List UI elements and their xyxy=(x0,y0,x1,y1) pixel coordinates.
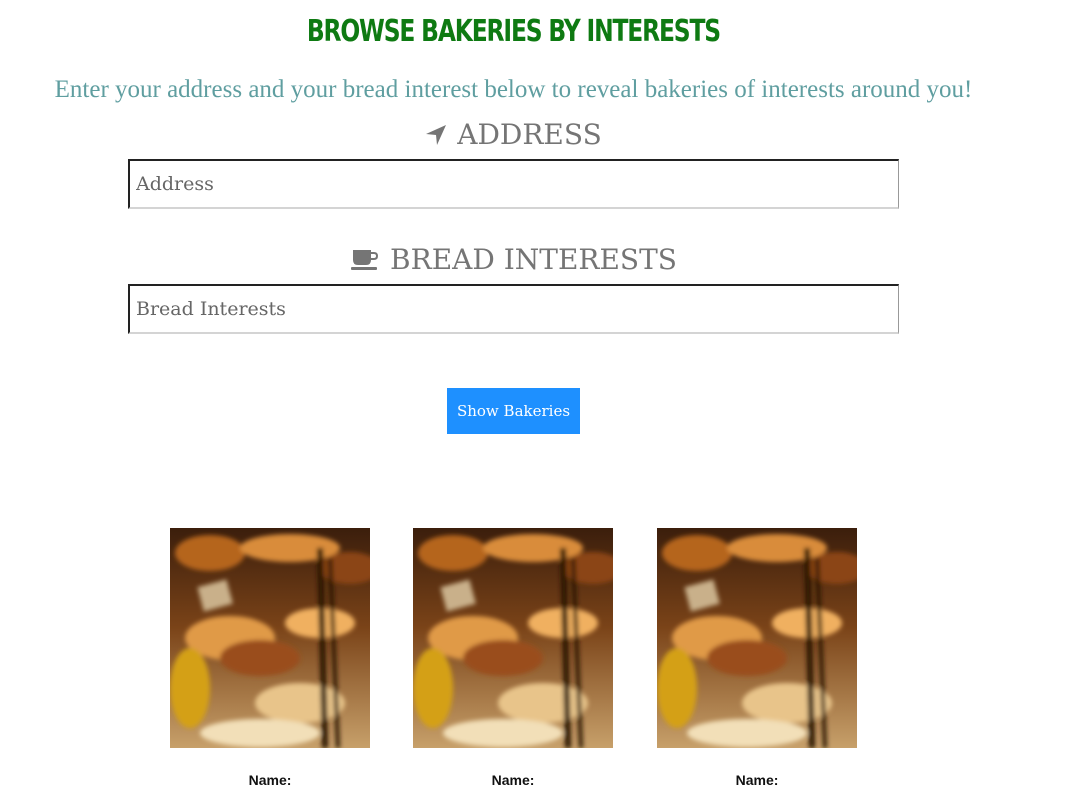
location-arrow-icon xyxy=(425,124,447,146)
bakery-card: Name: xyxy=(413,528,613,786)
bread-interests-label-text: BREAD INTERESTS xyxy=(390,243,677,276)
bakery-name-label: Name: xyxy=(248,772,292,786)
page-title: BROWSE BAKERIES BY INTERESTS xyxy=(306,14,721,49)
bakery-card: Name: xyxy=(657,528,857,786)
address-label-text: ADDRESS xyxy=(457,118,602,151)
address-section-label: ADDRESS xyxy=(0,118,1027,151)
bakery-card: Name: xyxy=(170,528,370,786)
coffee-cup-icon xyxy=(350,248,380,272)
show-bakeries-button[interactable]: Show Bakeries xyxy=(447,388,580,434)
bread-interests-input[interactable] xyxy=(128,284,899,334)
bakery-photo xyxy=(413,528,613,748)
bakery-photo xyxy=(657,528,857,748)
bread-interests-section-label: BREAD INTERESTS xyxy=(0,243,1027,276)
bakery-photo xyxy=(170,528,370,748)
bakery-name-label: Name: xyxy=(735,772,779,786)
address-input[interactable] xyxy=(128,159,899,209)
bakery-name-label: Name: xyxy=(491,772,535,786)
intro-text: Enter your address and your bread intere… xyxy=(54,76,973,103)
